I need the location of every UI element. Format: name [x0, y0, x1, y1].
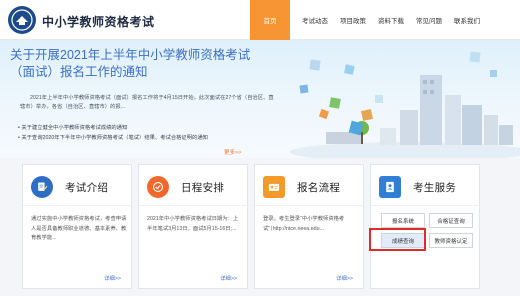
hero-title[interactable]: 关于开展2021年上半年中小学教师资格考试（面试）报名工作的通知	[10, 47, 270, 81]
person-badge-icon	[379, 176, 401, 198]
card-more-link[interactable]: 详细>>	[104, 274, 121, 282]
card-exam-intro: 考试介绍 通过实施中小学教师资格考试，考查申请人是否具备教师职业道德、基本素养、…	[22, 164, 133, 289]
nav-policy[interactable]: 项目政策	[334, 0, 372, 40]
card-title[interactable]: 考试介绍	[65, 180, 108, 195]
certificate-query-button[interactable]: 合格证查询	[429, 213, 473, 228]
site-logo-icon[interactable]	[8, 6, 36, 34]
nav-faq[interactable]: 常见问题	[410, 0, 448, 40]
nav-home[interactable]: 首页	[250, 0, 290, 40]
card-title[interactable]: 报名流程	[297, 180, 340, 195]
card-schedule: 日程安排 2021年中小学教师资格考试日期为：上半年笔试3月13日，面试5月15…	[138, 164, 249, 289]
nav-downloads[interactable]: 资料下载	[372, 0, 410, 40]
card-summary: 登录。考生登录“中小学教师资格考试”（http://ntce.neea.edu.…	[263, 216, 345, 232]
card-row: 考试介绍 通过实施中小学教师资格考试，考查申请人是否具备教师职业道德、基本素养、…	[22, 164, 520, 296]
document-pen-icon	[31, 176, 53, 198]
nav-exam-news[interactable]: 考试动态	[296, 0, 334, 40]
check-circle-icon	[147, 176, 169, 198]
hero-news-list: 关于建立健全中小学教师资格考试成绩的通知 关于查询2020年下半年中小学教师资格…	[18, 123, 288, 143]
id-card-icon	[263, 176, 285, 198]
card-summary: 通过实施中小学教师资格考试，考查申请人是否具备教师职业道德、基本素养、教育教学能…	[31, 216, 127, 241]
nav-contact[interactable]: 联系我们	[448, 0, 486, 40]
card-registration-flow: 报名流程 登录。考生登录“中小学教师资格考试”（http://ntce.neea…	[254, 164, 365, 289]
registration-system-button[interactable]: 报名系统	[381, 213, 425, 228]
score-query-button[interactable]: 成绩查询	[381, 233, 425, 248]
hero-news-item[interactable]: 关于查询2020年下半年中小学教师资格考试（笔试）结果、考试合格证明的通知	[18, 133, 288, 143]
site-title[interactable]: 中小学教师资格考试	[42, 13, 155, 30]
hero-description: 2021年上半年中小学教师资格考试（面试）报名工作将于4月15日开始，此次面试在…	[20, 95, 274, 110]
card-title[interactable]: 日程安排	[181, 180, 224, 195]
hero-banner: 关于开展2021年上半年中小学教师资格考试（面试）报名工作的通知 2021年上半…	[0, 40, 520, 158]
hero-more-link[interactable]: 更多>>	[224, 148, 241, 156]
card-title[interactable]: 考生服务	[413, 180, 456, 195]
city-skyline-illustration	[290, 51, 520, 158]
site-header: 中小学教师资格考试 首页 考试动态 项目政策 资料下载 常见问题 联系我们	[0, 0, 520, 40]
hero-news-item[interactable]: 关于建立健全中小学教师资格考试成绩的通知	[18, 123, 288, 133]
card-more-link[interactable]: 详细>>	[336, 274, 353, 282]
main-nav: 首页 考试动态 项目政策 资料下载 常见问题 联系我们	[250, 0, 486, 40]
card-more-link[interactable]: 详细>>	[220, 274, 237, 282]
teacher-certification-button[interactable]: 教师资格认定	[429, 233, 473, 248]
card-summary: 2021年中小学教师资格考试日期为：上半年笔试3月13日，面试5月15-16日;…	[147, 216, 239, 232]
card-candidate-services: 考生服务 报名系统 合格证查询 成绩查询 教师资格认定	[370, 164, 481, 289]
